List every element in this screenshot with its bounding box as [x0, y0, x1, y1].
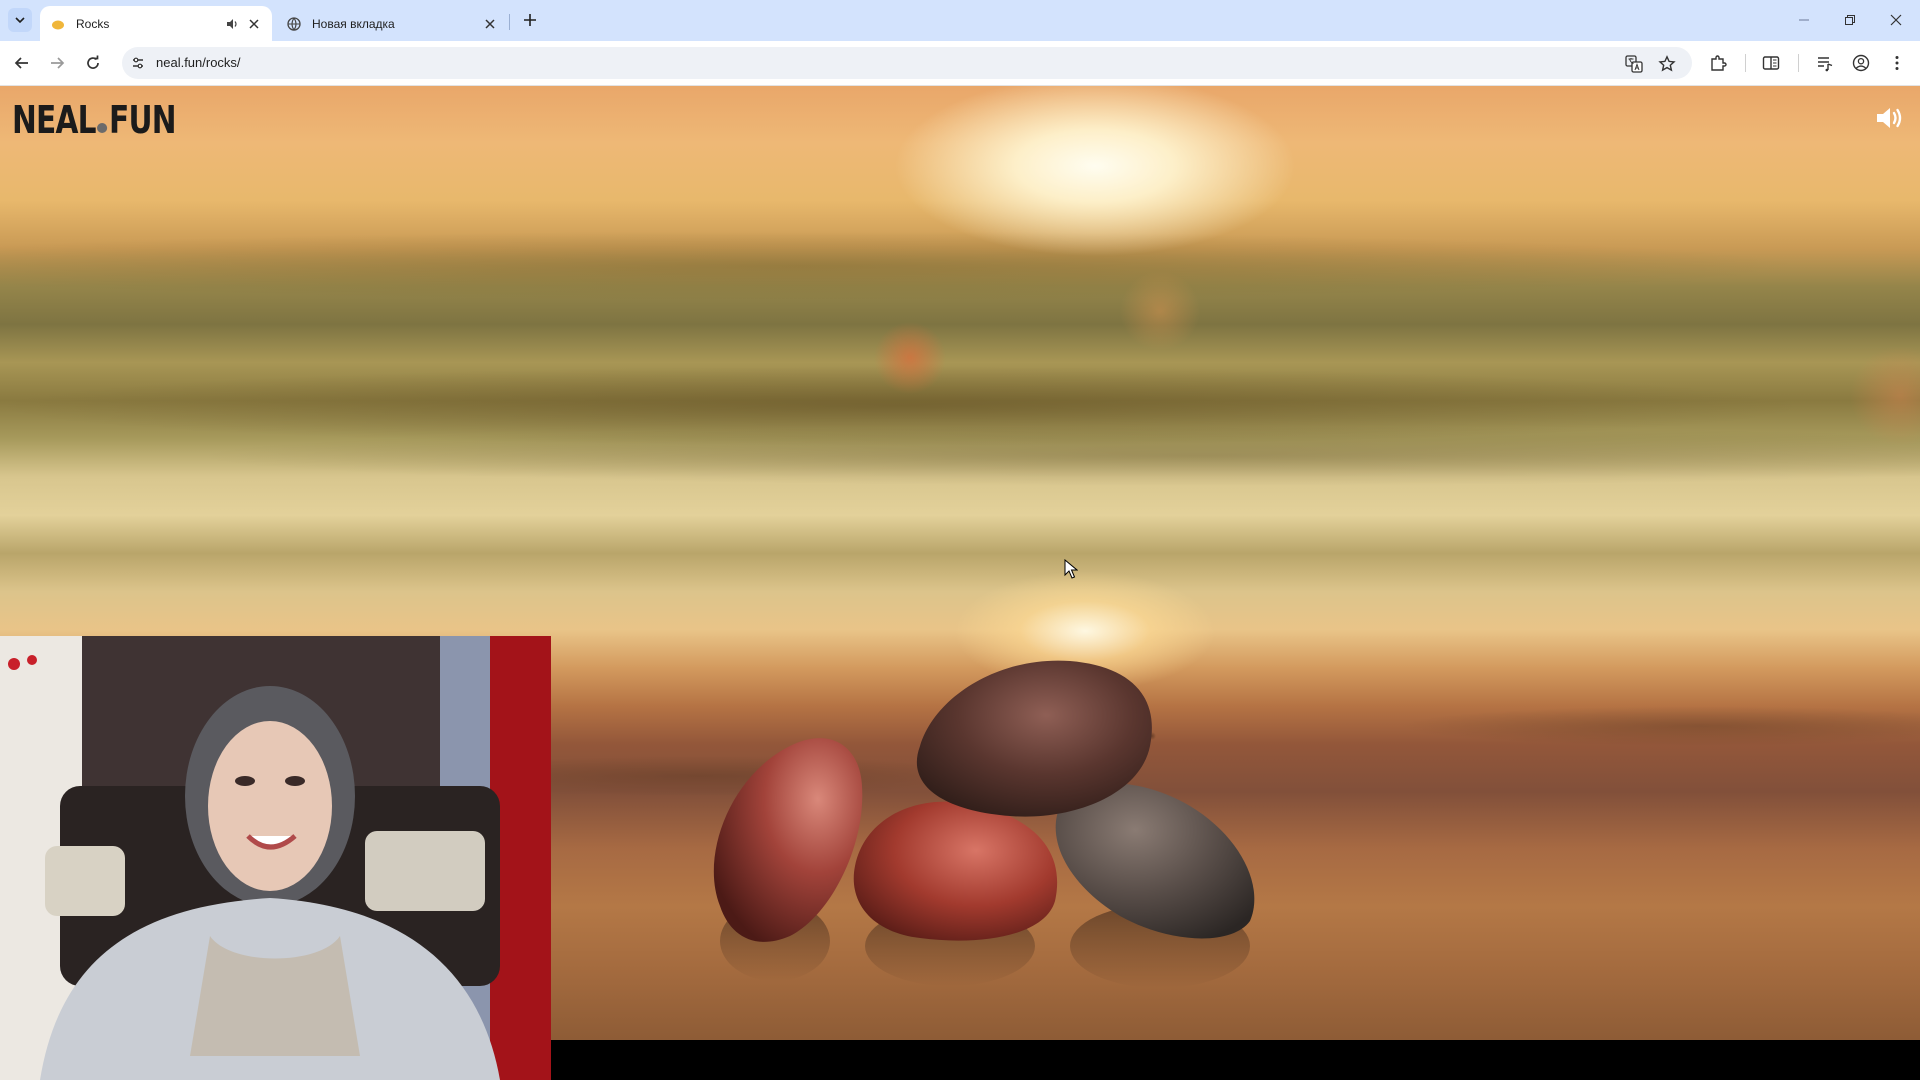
tab-close-icon[interactable] — [246, 16, 262, 32]
webcam-video — [0, 636, 551, 1080]
rock-red-middle[interactable] — [853, 801, 1058, 941]
tab-audio-icon[interactable] — [224, 16, 240, 32]
tab-search-button[interactable] — [8, 8, 32, 32]
webcam-overlay — [0, 636, 551, 1080]
mouse-cursor-icon — [1064, 559, 1078, 579]
toolbar-divider — [1745, 54, 1746, 72]
globe-icon — [286, 16, 302, 32]
arrow-left-icon — [14, 57, 28, 69]
minimize-button[interactable] — [1792, 8, 1816, 32]
url-text[interactable]: neal.fun/rocks/ — [156, 55, 241, 70]
side-panel-icon[interactable] — [1760, 52, 1782, 74]
rock-red-left[interactable] — [713, 738, 863, 942]
restore-button[interactable] — [1838, 8, 1862, 32]
profile-icon[interactable] — [1850, 52, 1872, 74]
back-button[interactable] — [10, 51, 34, 75]
translate-icon[interactable] — [1625, 55, 1643, 73]
kebab-menu-icon[interactable] — [1886, 52, 1908, 74]
tab-title: Rocks — [76, 16, 110, 31]
rock-favicon-icon — [50, 16, 66, 32]
puzzle-icon[interactable] — [1707, 52, 1729, 74]
restore-icon — [1845, 15, 1855, 25]
toolbar-divider — [1798, 54, 1799, 72]
close-icon — [1890, 14, 1902, 26]
tab-close-icon[interactable] — [482, 16, 498, 32]
reload-icon — [87, 55, 99, 69]
tab-divider — [509, 14, 510, 30]
tab-rocks[interactable]: Rocks — [40, 6, 272, 41]
plus-icon — [524, 14, 536, 26]
close-window-button[interactable] — [1884, 8, 1908, 32]
address-bar[interactable]: neal.fun/rocks/ — [122, 47, 1692, 79]
minimize-icon — [1799, 19, 1809, 21]
tab-title: Новая вкладка — [312, 16, 395, 31]
new-tab-button[interactable] — [520, 10, 540, 30]
site-info-icon[interactable] — [130, 55, 146, 71]
media-queue-icon[interactable] — [1814, 52, 1836, 74]
tab-new-tab[interactable]: Новая вкладка — [276, 6, 508, 41]
browser-toolbar: neal.fun/rocks/ — [0, 41, 1920, 86]
chevron-down-icon — [15, 17, 25, 24]
forward-button[interactable] — [45, 51, 69, 75]
star-icon[interactable] — [1658, 55, 1676, 73]
arrow-right-icon — [51, 57, 65, 69]
tab-strip: Rocks Новая вкладка — [0, 0, 1920, 41]
reload-button[interactable] — [81, 51, 105, 75]
